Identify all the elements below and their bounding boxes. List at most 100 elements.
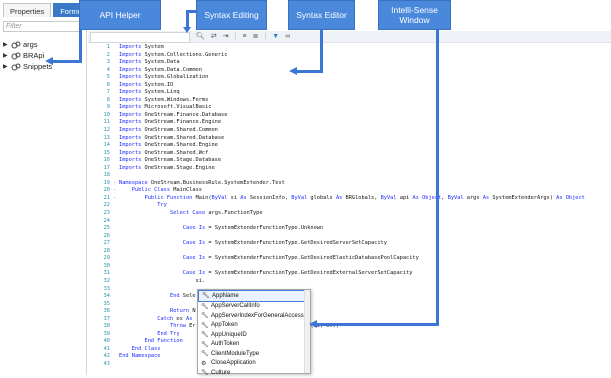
line-number: 9 [106,104,110,111]
intellisense-item[interactable]: 🔧︎ AppToken [198,321,310,331]
line-number: 1 [106,44,110,50]
line-number: 10 [103,111,110,118]
expand-icon[interactable]: ▶ [3,41,11,48]
line-number: 4 [106,66,110,73]
code-editor[interactable]: 1 Imports System 2 Imports System.Collectio… [88,44,611,369]
expand-icon[interactable]: ▶ [3,63,11,70]
intellisense-item[interactable]: ⚙ CloseApplication [198,359,310,369]
wrench-icon: 🔧︎ [201,303,209,310]
line-text: Imports OneStream.Shared.Common [119,127,218,134]
tree-item-args[interactable]: ▶ args [3,39,52,50]
uncomment-icon[interactable]: ≣ [253,31,259,42]
code-line[interactable]: 17 Imports OneStream.Stage.Engine [88,165,611,173]
code-line[interactable]: 43 [88,361,611,369]
line-number: 29 [103,255,110,262]
syntax-editor-arrow-v [320,25,323,72]
code-line[interactable]: 18 [88,172,611,180]
glasses-icon[interactable]: ∞ [285,31,290,42]
code-line[interactable]: 1 Imports System [88,44,611,52]
intellisense-scrollbar[interactable] [304,290,310,373]
replace-icon[interactable]: ⇄ [211,31,217,42]
find-next-icon[interactable]: ⇥ [223,31,229,42]
code-line[interactable]: 16 Imports OneStream.Stage.Database [88,157,611,165]
line-number: 18 [103,172,110,179]
code-line[interactable]: 2 Imports System.Collections.Generic [88,52,611,60]
fold-marker[interactable] [113,248,119,256]
line-text: End Function [144,338,183,345]
method-icon: ⚙ [201,360,207,367]
intellisense-item[interactable]: 🔧︎ ClientModuleType [198,349,310,359]
code-line[interactable]: 25 Case Is = SystemExtenderFunctionType.… [88,225,611,233]
code-line[interactable]: 42 End Namespace [88,353,611,361]
line-number: 19 [103,179,110,186]
wrench-icon: 🔧︎ [201,351,209,358]
api-helper-panel: Filter ▶ args ▶ BRApi ▶ Snippets [0,17,87,375]
code-line[interactable]: 35 [88,301,611,309]
fold-marker[interactable] [113,233,119,241]
code-line[interactable]: 31 Case Is = SystemExtenderFunctionType.… [88,270,611,278]
fold-marker[interactable] [113,361,119,369]
intellisense-window[interactable]: 🔧︎ AppName 🔧︎ AppServerCallInfo 🔧︎ AppServerI… [197,289,311,376]
code-line[interactable]: 34 End Sele [88,293,611,301]
code-line[interactable]: 24 [88,218,611,226]
intellisense-item[interactable]: 🔧︎ AppServerIndexForGeneralAccess [198,311,310,321]
code-line[interactable]: 28 [88,248,611,256]
line-number: 31 [103,270,110,277]
code-line[interactable]: 13 Imports OneStream.Shared.Database [88,135,611,143]
code-line[interactable]: 29 Case Is = SystemExtenderFunctionType.… [88,255,611,263]
line-text: Public Function Main(ByVal si As Session… [144,194,585,201]
intellisense-item[interactable]: 🔧︎ AppName [198,290,310,302]
code-line[interactable]: 11 Imports OneStream.Finance.Engine [88,119,611,127]
code-line[interactable]: 40 End Function [88,338,611,346]
code-line[interactable]: 9 Imports Microsoft.VisualBasic [88,104,611,112]
line-text: End Sele [170,293,196,300]
code-line[interactable]: 12 Imports OneStream.Shared.Common [88,127,611,135]
intellisense-item-label: CloseApplication [211,360,256,367]
code-line[interactable]: 7 Imports System.Linq [88,89,611,97]
code-line[interactable]: 10 Imports OneStream.Finance.Database [88,112,611,120]
code-line[interactable]: 15 Imports OneStream.Shared.Wcf [88,150,611,158]
fold-marker[interactable] [113,263,119,271]
code-line[interactable]: 36 Return N [88,308,611,316]
expand-icon[interactable]: ▶ [3,52,11,59]
find-icon[interactable]: 🔍︎ [196,31,205,42]
comment-icon[interactable]: ≡ [242,31,246,42]
code-line[interactable]: 22 Try [88,202,611,210]
intellisense-item[interactable]: 🔧︎ AppUniqueID [198,330,310,340]
line-number: 14 [103,142,110,149]
filter-input[interactable]: Filter [3,21,81,32]
code-line[interactable]: 14 Imports OneStream.Shared.Engine [88,142,611,150]
fold-marker[interactable] [113,172,119,180]
toolbar-search-input[interactable] [90,32,190,43]
fold-marker[interactable] [113,286,119,294]
code-line[interactable]: 41 End Class [88,346,611,354]
code-line[interactable]: 39 End Try [88,331,611,339]
code-line[interactable]: 32 si. [88,278,611,286]
code-line[interactable]: 27 Case Is = SystemExtenderFunctionType.… [88,240,611,248]
code-line[interactable]: 3 Imports System.Data [88,59,611,67]
filter-icon[interactable]: ▼ [272,31,279,42]
code-line[interactable]: 5 Imports System.Globalization [88,74,611,82]
code-line[interactable]: 4 Imports System.Data.Common [88,67,611,75]
line-number: 8 [106,96,110,103]
line-text: End Namespace [119,353,161,360]
line-number: 25 [103,225,110,232]
code-line[interactable]: 23 Select Case args.FunctionType [88,210,611,218]
intellisense-item[interactable]: 🔧︎ AuthToken [198,340,310,350]
line-number: 22 [103,202,110,209]
fold-marker[interactable] [113,218,119,226]
intellisense-item[interactable]: 🔧︎ Culture [198,368,310,378]
intellisense-item[interactable]: 🔧︎ AppServerCallInfo [198,302,310,312]
fold-marker[interactable] [113,301,119,309]
code-line[interactable]: 19- Namespace OneStream.BusinessRule.Syst… [88,180,611,188]
line-text: Return N [170,308,196,315]
code-line[interactable]: 20- Public Class MainClass [88,187,611,195]
line-text: Namespace OneStream.BusinessRule.SystemE… [119,179,285,186]
code-line[interactable]: 8 Imports System.Windows.Forms [88,97,611,105]
code-line[interactable]: 21- Public Function Main(ByVal si As Ses… [88,195,611,203]
code-line[interactable]: 26 [88,233,611,241]
code-line[interactable]: 6 Imports System.IO [88,82,611,90]
line-text: Try [157,202,167,209]
code-line[interactable]: 33 [88,286,611,294]
code-line[interactable]: 30 [88,263,611,271]
